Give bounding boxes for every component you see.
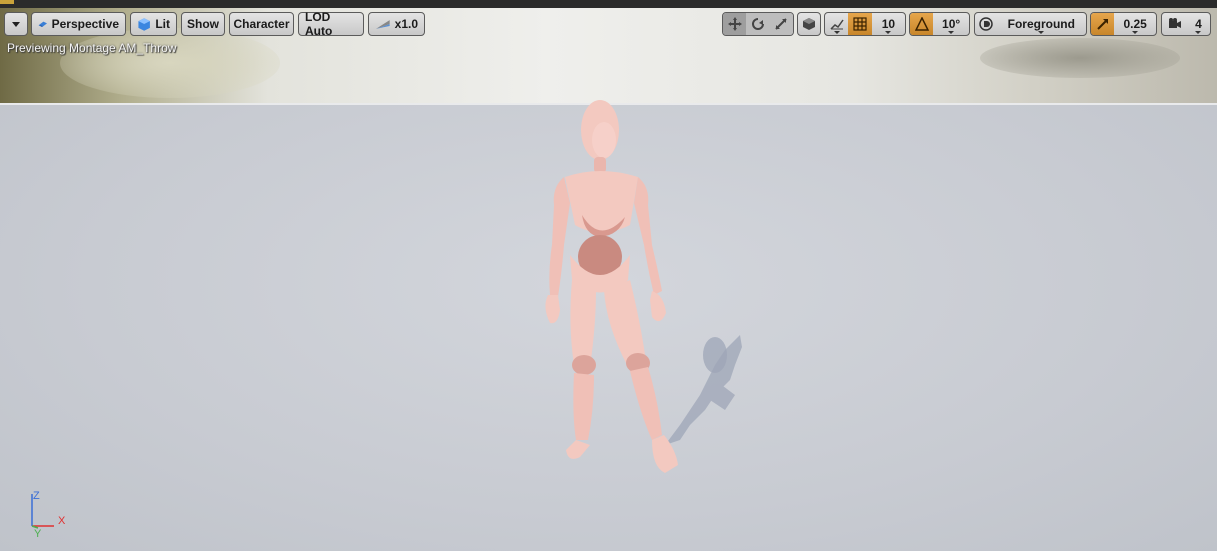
scale-snap-value: 0.25: [1123, 17, 1147, 31]
scale-snap-value-dropdown[interactable]: 0.25: [1114, 13, 1156, 35]
playback-speed-button[interactable]: x1.0: [368, 12, 425, 36]
rotation-snap-toggle[interactable]: [910, 13, 934, 35]
layer-label: Foreground: [1007, 17, 1075, 31]
lod-button[interactable]: LOD Auto: [298, 10, 364, 38]
layer-toggle[interactable]: [975, 13, 997, 35]
perspective-cube-icon: [38, 21, 48, 28]
grid-snap-group: 10: [824, 12, 906, 36]
scale-snap-icon: [1096, 19, 1108, 30]
show-label: Show: [187, 17, 219, 31]
chevron-down-icon: [12, 21, 20, 27]
perspective-button[interactable]: Perspective: [31, 12, 126, 36]
viewport-options-button[interactable]: [4, 12, 28, 36]
perspective-label: Perspective: [51, 17, 119, 31]
camera-speed-group[interactable]: 4: [1161, 12, 1211, 36]
axis-y-label: Y: [34, 528, 42, 538]
axis-z-label: Z: [33, 490, 40, 502]
scale-button[interactable]: [769, 13, 793, 35]
speed-label: x1.0: [394, 17, 418, 31]
grid-snap-toggle[interactable]: [848, 13, 872, 35]
layer-group: Foreground: [974, 12, 1087, 36]
grid-snap-value: 10: [881, 17, 896, 31]
surface-snap-icon: [803, 18, 815, 30]
scale-snap-group: 0.25: [1090, 12, 1157, 36]
axis-x-label: X: [58, 515, 66, 527]
rotation-snap-value-dropdown[interactable]: 10°: [933, 13, 969, 35]
translate-icon: [727, 17, 742, 31]
character-mannequin[interactable]: [530, 95, 770, 485]
character-label: Character: [233, 17, 290, 31]
transform-mode-group: [722, 12, 794, 36]
preview-status-text: Previewing Montage AM_Throw: [7, 41, 177, 55]
scale-snap-toggle[interactable]: [1091, 13, 1115, 35]
axis-gizmo: Z X Y: [31, 490, 66, 538]
camera-speed-value-cell[interactable]: 4: [1187, 13, 1210, 35]
rotate-button[interactable]: [746, 13, 770, 35]
surface-snapping-icon: [830, 19, 844, 30]
rotate-icon: [752, 18, 764, 30]
scale-icon: [775, 18, 788, 30]
character-button[interactable]: Character: [229, 12, 294, 36]
lit-label: Lit: [155, 17, 170, 31]
layer-dropdown[interactable]: Foreground: [997, 13, 1086, 35]
layer-icon: [979, 17, 993, 31]
camera-speed-button[interactable]: [1162, 13, 1187, 35]
viewport-top-border: [0, 0, 1217, 8]
animation-viewport[interactable]: Perspective Lit Show Character LOD Auto …: [0, 0, 1217, 551]
grid-icon: [853, 17, 867, 31]
surface-snap-button[interactable]: [797, 12, 821, 36]
translate-button[interactable]: [723, 13, 747, 35]
camera-speed-icon: [1169, 18, 1182, 28]
lit-view-mode-button[interactable]: Lit: [130, 12, 177, 36]
lod-label: LOD Auto: [305, 10, 333, 38]
rotation-snap-group: 10°: [909, 12, 970, 36]
grid-snap-value-dropdown[interactable]: 10: [872, 13, 905, 35]
rotation-snap-value: 10°: [942, 17, 961, 31]
lit-sphere-icon: [138, 17, 150, 31]
camera-speed-value: 4: [1195, 17, 1202, 31]
surface-snapping-button[interactable]: [825, 13, 848, 35]
play-speed-icon: [375, 20, 390, 29]
show-button[interactable]: Show: [181, 12, 225, 36]
angle-snap-icon: [914, 17, 929, 31]
